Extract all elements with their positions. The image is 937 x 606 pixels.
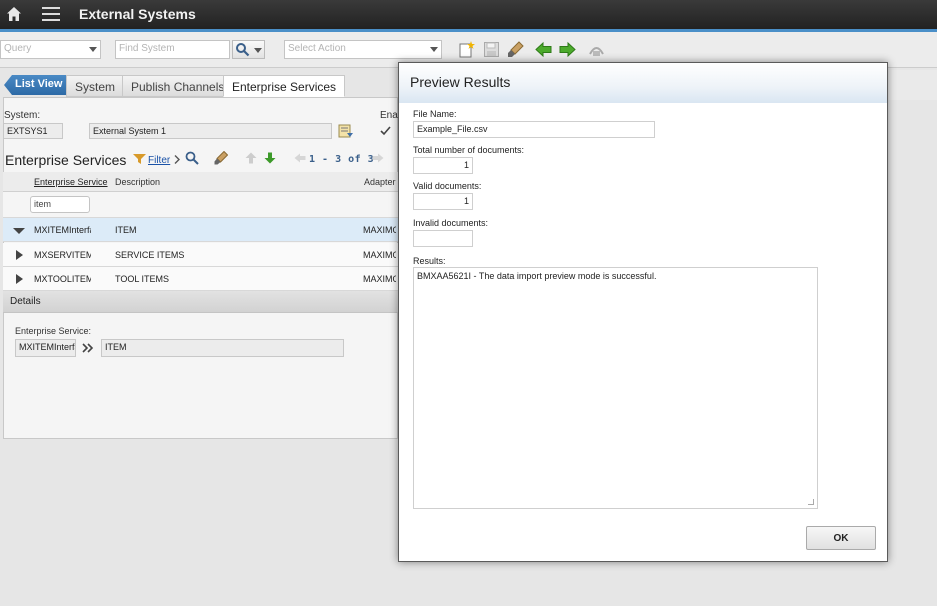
section-title: Enterprise Services <box>5 152 127 168</box>
preview-results-dialog: Preview Results File Name: Example_File.… <box>398 62 888 562</box>
search-icon <box>236 43 250 57</box>
system-label: System: <box>4 110 41 121</box>
results-textarea[interactable]: BMXAA5621I - The data import preview mod… <box>413 267 818 509</box>
table-search-icon[interactable] <box>185 151 199 165</box>
clear-icon[interactable] <box>507 41 524 58</box>
file-name-label: File Name: <box>413 109 457 119</box>
results-text: BMXAA5621I - The data import preview mod… <box>417 271 657 281</box>
tab-system[interactable]: System <box>66 75 125 97</box>
previous-icon[interactable] <box>535 41 552 58</box>
select-action-dropdown[interactable]: Select Action <box>284 40 442 59</box>
system-id-field[interactable]: EXTSYS1 <box>3 123 63 139</box>
checkmark-icon[interactable] <box>380 125 391 136</box>
home-icon[interactable] <box>6 6 22 22</box>
invalid-documents-label: Invalid documents: <box>413 218 489 228</box>
total-documents-field[interactable]: 1 <box>413 157 473 174</box>
row-adapter-cell[interactable]: MAXIMO <box>359 246 397 264</box>
invalid-documents-field[interactable] <box>413 230 473 247</box>
chevron-down-icon <box>430 47 438 52</box>
row-description-cell[interactable]: TOOL ITEMS <box>111 270 356 288</box>
tab-list-view[interactable]: List View <box>4 75 69 95</box>
pagination-text: 1 - 3 of 3 <box>309 154 375 165</box>
next-icon[interactable] <box>559 41 576 58</box>
row-service-cell[interactable]: MXTOOLITEMInterface <box>30 270 92 288</box>
find-system-input[interactable]: Find System <box>115 40 230 59</box>
row-service-cell[interactable]: MXITEMInterface <box>30 221 92 239</box>
chevron-right-icon[interactable] <box>174 155 180 164</box>
query-select[interactable]: Query <box>0 40 101 59</box>
next-page-icon <box>372 153 384 163</box>
chevron-down-icon <box>89 47 97 52</box>
column-adapter[interactable]: Adapter <box>364 177 396 187</box>
long-description-icon[interactable] <box>338 124 354 139</box>
row-adapter-cell[interactable]: MAXIMO <box>359 270 397 288</box>
query-placeholder: Query <box>4 43 32 54</box>
row-expanded-icon[interactable] <box>13 228 25 234</box>
total-documents-label: Total number of documents: <box>413 145 525 155</box>
column-enterprise-service[interactable]: Enterprise Service <box>34 177 108 187</box>
app-title: External Systems <box>79 6 196 22</box>
column-description[interactable]: Description <box>115 177 160 187</box>
details-service-field[interactable]: MXITEMInterface <box>15 339 76 357</box>
resize-grip-icon[interactable] <box>808 499 814 505</box>
row-description-cell[interactable]: SERVICE ITEMS <box>111 246 356 264</box>
ok-button[interactable]: OK <box>806 526 876 550</box>
arrow-up-icon <box>245 152 257 164</box>
row-description-cell[interactable]: ITEM <box>111 221 356 239</box>
row-adapter-cell[interactable]: MAXIMO <box>359 221 397 239</box>
valid-documents-label: Valid documents: <box>413 181 482 191</box>
filter-icon[interactable] <box>133 154 146 164</box>
arrow-down-icon[interactable] <box>264 152 276 164</box>
row-expand-icon[interactable] <box>16 250 23 260</box>
tab-enterprise-services[interactable]: Enterprise Services <box>223 75 346 97</box>
filter-link[interactable]: Filter <box>148 155 170 166</box>
menu-icon[interactable] <box>42 7 60 21</box>
route-icon[interactable] <box>588 41 605 58</box>
search-button[interactable] <box>232 40 265 59</box>
find-placeholder: Find System <box>119 43 175 54</box>
details-header: Details <box>3 291 398 313</box>
save-icon[interactable] <box>483 41 500 58</box>
go-to-icon[interactable] <box>82 343 94 353</box>
valid-documents-field[interactable]: 1 <box>413 193 473 210</box>
file-name-field[interactable]: Example_File.csv <box>413 121 655 138</box>
row-expand-icon[interactable] <box>16 274 23 284</box>
row-service-cell[interactable]: MXSERVITEMInterface <box>30 246 92 264</box>
dialog-title: Preview Results <box>410 74 511 90</box>
action-placeholder: Select Action <box>288 43 346 54</box>
new-record-icon[interactable] <box>458 41 475 58</box>
search-options-chevron-icon <box>254 48 262 53</box>
tab-publish-channels[interactable]: Publish Channels <box>122 75 234 97</box>
system-description-field[interactable]: External System 1 <box>89 123 332 139</box>
details-service-label: Enterprise Service: <box>15 326 92 336</box>
results-label: Results: <box>413 256 446 266</box>
previous-page-icon <box>294 153 306 163</box>
edit-icon[interactable] <box>214 151 228 165</box>
details-service-description[interactable]: ITEM <box>101 339 344 357</box>
service-filter-input[interactable]: item <box>30 196 90 213</box>
